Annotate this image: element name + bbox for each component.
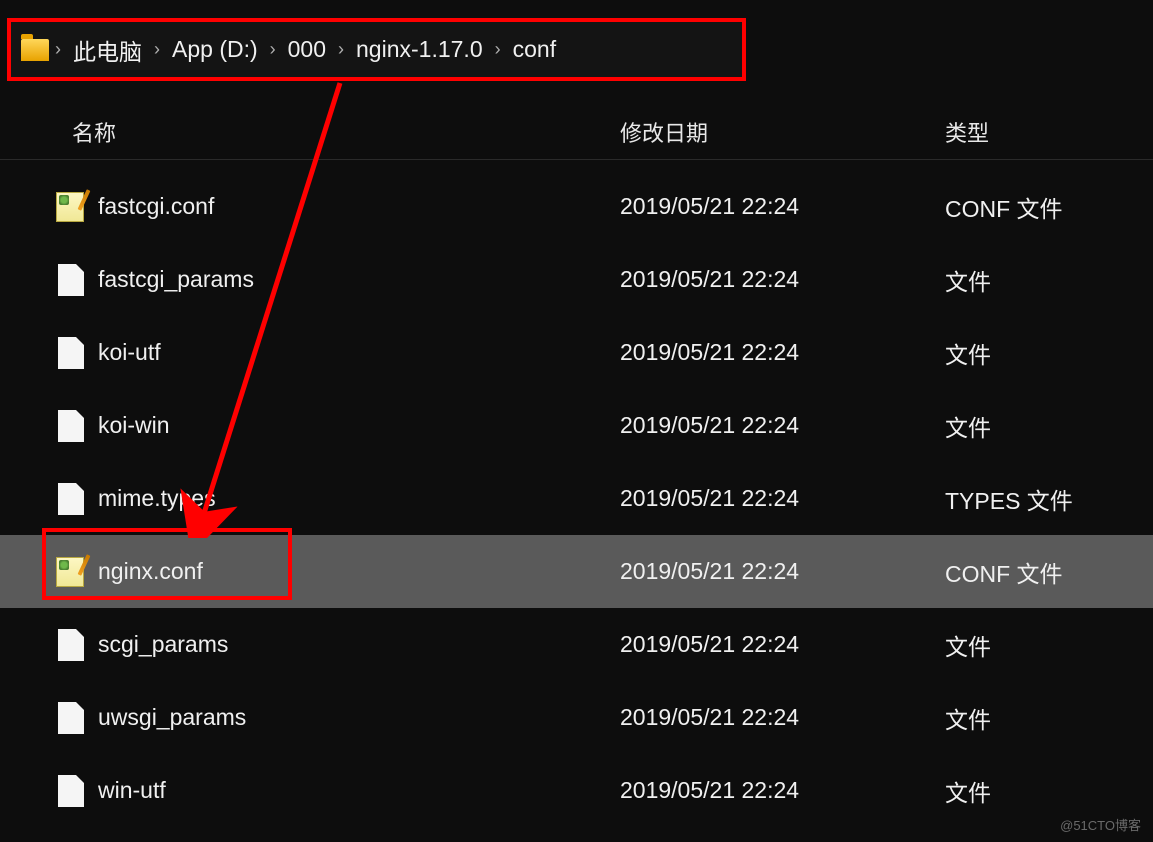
file-row[interactable]: uwsgi_params2019/05/21 22:24文件 — [0, 681, 1153, 754]
folder-icon — [21, 39, 49, 61]
file-icon — [58, 702, 84, 734]
file-modified: 2019/05/21 22:24 — [620, 485, 945, 512]
file-type: 文件 — [945, 263, 991, 297]
file-name: uwsgi_params — [98, 704, 620, 731]
file-row[interactable]: nginx.conf2019/05/21 22:24CONF 文件 — [0, 535, 1153, 608]
breadcrumb-item[interactable]: App (D:) — [160, 36, 270, 63]
file-row[interactable]: fastcgi_params2019/05/21 22:24文件 — [0, 243, 1153, 316]
file-modified: 2019/05/21 22:24 — [620, 193, 945, 220]
file-type: CONF 文件 — [945, 190, 1063, 224]
file-row[interactable]: koi-win2019/05/21 22:24文件 — [0, 389, 1153, 462]
file-row[interactable]: win-utf2019/05/21 22:24文件 — [0, 754, 1153, 827]
file-modified: 2019/05/21 22:24 — [620, 266, 945, 293]
file-name: nginx.conf — [98, 558, 620, 585]
file-row[interactable]: scgi_params2019/05/21 22:24文件 — [0, 608, 1153, 681]
conf-file-icon — [56, 192, 84, 222]
file-name: mime.types — [98, 485, 620, 512]
file-modified: 2019/05/21 22:24 — [620, 339, 945, 366]
file-name: scgi_params — [98, 631, 620, 658]
file-icon — [58, 629, 84, 661]
watermark: @51CTO博客 — [1060, 815, 1141, 834]
file-type: 文件 — [945, 701, 991, 735]
file-icon — [58, 775, 84, 807]
file-name: koi-win — [98, 412, 620, 439]
file-modified: 2019/05/21 22:24 — [620, 412, 945, 439]
column-headers: 名称 修改日期 类型 — [0, 105, 1153, 160]
file-type: 文件 — [945, 628, 991, 662]
file-type: 文件 — [945, 336, 991, 370]
file-name: fastcgi_params — [98, 266, 620, 293]
file-row[interactable]: fastcgi.conf2019/05/21 22:24CONF 文件 — [0, 170, 1153, 243]
file-modified: 2019/05/21 22:24 — [620, 558, 945, 585]
file-type: 文件 — [945, 409, 991, 443]
breadcrumb-item[interactable]: 000 — [276, 36, 338, 63]
file-row[interactable]: koi-utf2019/05/21 22:24文件 — [0, 316, 1153, 389]
file-icon — [58, 483, 84, 515]
conf-file-icon — [56, 557, 84, 587]
file-icon — [58, 410, 84, 442]
file-row[interactable]: mime.types2019/05/21 22:24TYPES 文件 — [0, 462, 1153, 535]
file-list: fastcgi.conf2019/05/21 22:24CONF 文件fastc… — [0, 170, 1153, 827]
file-type: CONF 文件 — [945, 555, 1063, 589]
file-modified: 2019/05/21 22:24 — [620, 704, 945, 731]
file-type: TYPES 文件 — [945, 482, 1073, 516]
file-modified: 2019/05/21 22:24 — [620, 631, 945, 658]
file-name: koi-utf — [98, 339, 620, 366]
breadcrumb[interactable]: › 此电脑 › App (D:) › 000 › nginx-1.17.0 › … — [7, 18, 746, 81]
file-icon — [58, 264, 84, 296]
column-header-modified[interactable]: 修改日期 — [620, 116, 945, 148]
file-name: fastcgi.conf — [98, 193, 620, 220]
column-header-type[interactable]: 类型 — [945, 116, 989, 148]
file-icon — [58, 337, 84, 369]
breadcrumb-item[interactable]: 此电脑 — [61, 33, 154, 67]
breadcrumb-item[interactable]: nginx-1.17.0 — [344, 36, 495, 63]
breadcrumb-item[interactable]: conf — [501, 36, 568, 63]
column-header-name[interactable]: 名称 — [0, 116, 620, 148]
file-name: win-utf — [98, 777, 620, 804]
file-type: 文件 — [945, 774, 991, 808]
file-modified: 2019/05/21 22:24 — [620, 777, 945, 804]
